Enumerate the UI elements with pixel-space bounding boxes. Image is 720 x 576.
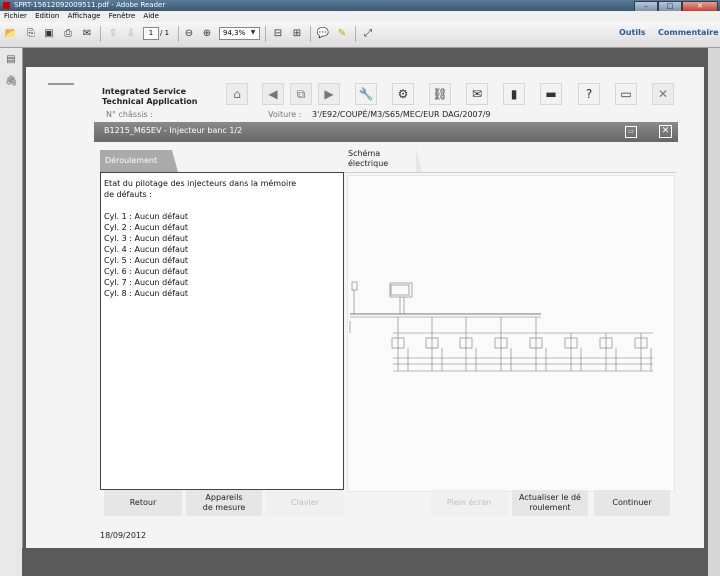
service-icon[interactable]: ⚙: [392, 83, 414, 105]
clavier-button[interactable]: Clavier: [266, 490, 344, 516]
wiring-diagram-svg: [349, 281, 653, 372]
menu-bar: Fichier Edition Affichage Fenêtre Aide: [0, 11, 720, 22]
comment-icon[interactable]: 💬: [316, 27, 330, 41]
app-title-line2: Technical Application: [102, 97, 198, 106]
page-number-input[interactable]: 1: [143, 27, 159, 40]
actualiser-line2: roulement: [529, 503, 571, 512]
battery-icon[interactable]: ▮: [503, 83, 525, 105]
toolbar-separator: [265, 26, 266, 42]
toolbar-separator: [355, 26, 356, 42]
actualiser-line1: Actualiser le dé: [519, 493, 581, 502]
open-folder-icon[interactable]: 📂: [4, 27, 18, 41]
document-bottom-area: [22, 548, 708, 576]
voiture-label: Voiture :: [268, 110, 302, 119]
voiture-value: 3'/E92/COUPÉ/M3/S65/MEC/EUR DAG/2007/9: [312, 110, 491, 119]
appareils-line2: de mesure: [202, 503, 246, 512]
appareils-line1: Appareils: [205, 493, 243, 502]
retour-button[interactable]: Retour: [104, 490, 182, 516]
mail-icon[interactable]: ✉: [466, 83, 488, 105]
help-icon[interactable]: ?: [578, 83, 600, 105]
wrench-icon[interactable]: 🔧: [355, 83, 377, 105]
fit-page-icon[interactable]: ⊟: [271, 27, 285, 41]
copy-icon[interactable]: ⧉: [290, 83, 312, 105]
tab-schema-line2: électrique: [348, 159, 389, 168]
chassis-label: N° châssis :: [106, 110, 153, 119]
next-page-icon[interactable]: ⇩: [124, 27, 138, 41]
plein-ecran-button[interactable]: Plein écran: [430, 490, 508, 516]
document-date: 18/09/2012: [100, 531, 147, 540]
tab-divider: [344, 172, 676, 173]
injector-status-text: Etat du pilotage des injecteurs dans la …: [104, 179, 297, 298]
create-pdf-icon[interactable]: ⎘: [24, 27, 38, 41]
panel-header: B1215_M65EV - Injecteur banc 1/2 ▭ ✕: [94, 122, 678, 142]
display-icon[interactable]: ▭: [615, 83, 637, 105]
highlight-icon[interactable]: ✎: [335, 27, 349, 41]
close-icon[interactable]: ✕: [652, 83, 674, 105]
zoom-in-icon[interactable]: ⊕: [200, 27, 214, 41]
panel-title: B1215_M65EV - Injecteur banc 1/2: [104, 126, 243, 135]
toolbar-separator: [178, 26, 179, 42]
navigation-panel: ▤ 🖇: [0, 48, 23, 576]
zoom-out-icon[interactable]: ⊖: [182, 27, 196, 41]
attachment-icon[interactable]: 🖇: [5, 76, 18, 88]
back-icon[interactable]: ◀: [262, 83, 284, 105]
wiring-diagram: [347, 175, 675, 492]
deroulement-content: Etat du pilotage des injecteurs dans la …: [100, 172, 344, 490]
vehicle-icon[interactable]: ▬: [540, 83, 562, 105]
tab-deroulement-label: Déroulement: [105, 156, 158, 165]
window-title: SPRT-15612092009511.pdf - Adobe Reader: [14, 1, 166, 9]
page-mark: [48, 83, 74, 85]
save-icon[interactable]: ▣: [42, 27, 56, 41]
close-panel-icon[interactable]: ✕: [659, 125, 672, 138]
app-title: Integrated Service Technical Application: [102, 87, 197, 107]
tab-deroulement[interactable]: Déroulement: [100, 150, 178, 172]
tab-schema-line1: Schéma: [348, 149, 381, 158]
expand-icon[interactable]: ⤢: [361, 27, 375, 41]
continuer-button[interactable]: Continuer: [594, 490, 670, 516]
page-total: / 1: [160, 29, 170, 37]
scrollbar[interactable]: [708, 48, 720, 576]
app-title-line1: Integrated Service: [102, 87, 187, 96]
email-icon[interactable]: ✉: [80, 27, 94, 41]
menu-fichier[interactable]: Fichier: [4, 12, 27, 20]
toolbar-separator: [310, 26, 311, 42]
appareils-de-mesure-button[interactable]: Appareils de mesure: [186, 490, 262, 516]
chevron-down-icon[interactable]: ▼: [249, 28, 257, 38]
actualiser-deroulement-button[interactable]: Actualiser le dé roulement: [512, 490, 588, 516]
link-icon[interactable]: ⛓: [429, 83, 451, 105]
menu-fenetre[interactable]: Fenêtre: [109, 12, 135, 20]
tab-schema-electrique[interactable]: Schéma électrique: [344, 148, 422, 172]
minimize-panel-icon[interactable]: ▭: [625, 126, 637, 138]
commentaire-link[interactable]: Commentaire: [658, 28, 719, 37]
pages-icon[interactable]: ▤: [5, 54, 17, 66]
home-icon[interactable]: ⌂: [226, 83, 248, 105]
forward-icon[interactable]: ▶: [318, 83, 340, 105]
previous-page-icon[interactable]: ⇧: [106, 27, 120, 41]
outils-link[interactable]: Outils: [619, 28, 646, 37]
fit-width-icon[interactable]: ⊞: [290, 27, 304, 41]
adobe-reader-icon: [3, 2, 10, 9]
toolbar-separator: [100, 26, 101, 42]
menu-edition[interactable]: Edition: [35, 12, 59, 20]
title-bar: SPRT-15612092009511.pdf - Adobe Reader –…: [0, 0, 720, 12]
print-icon[interactable]: ⎙: [61, 27, 75, 41]
menu-aide[interactable]: Aide: [143, 12, 158, 20]
menu-affichage[interactable]: Affichage: [68, 12, 101, 20]
